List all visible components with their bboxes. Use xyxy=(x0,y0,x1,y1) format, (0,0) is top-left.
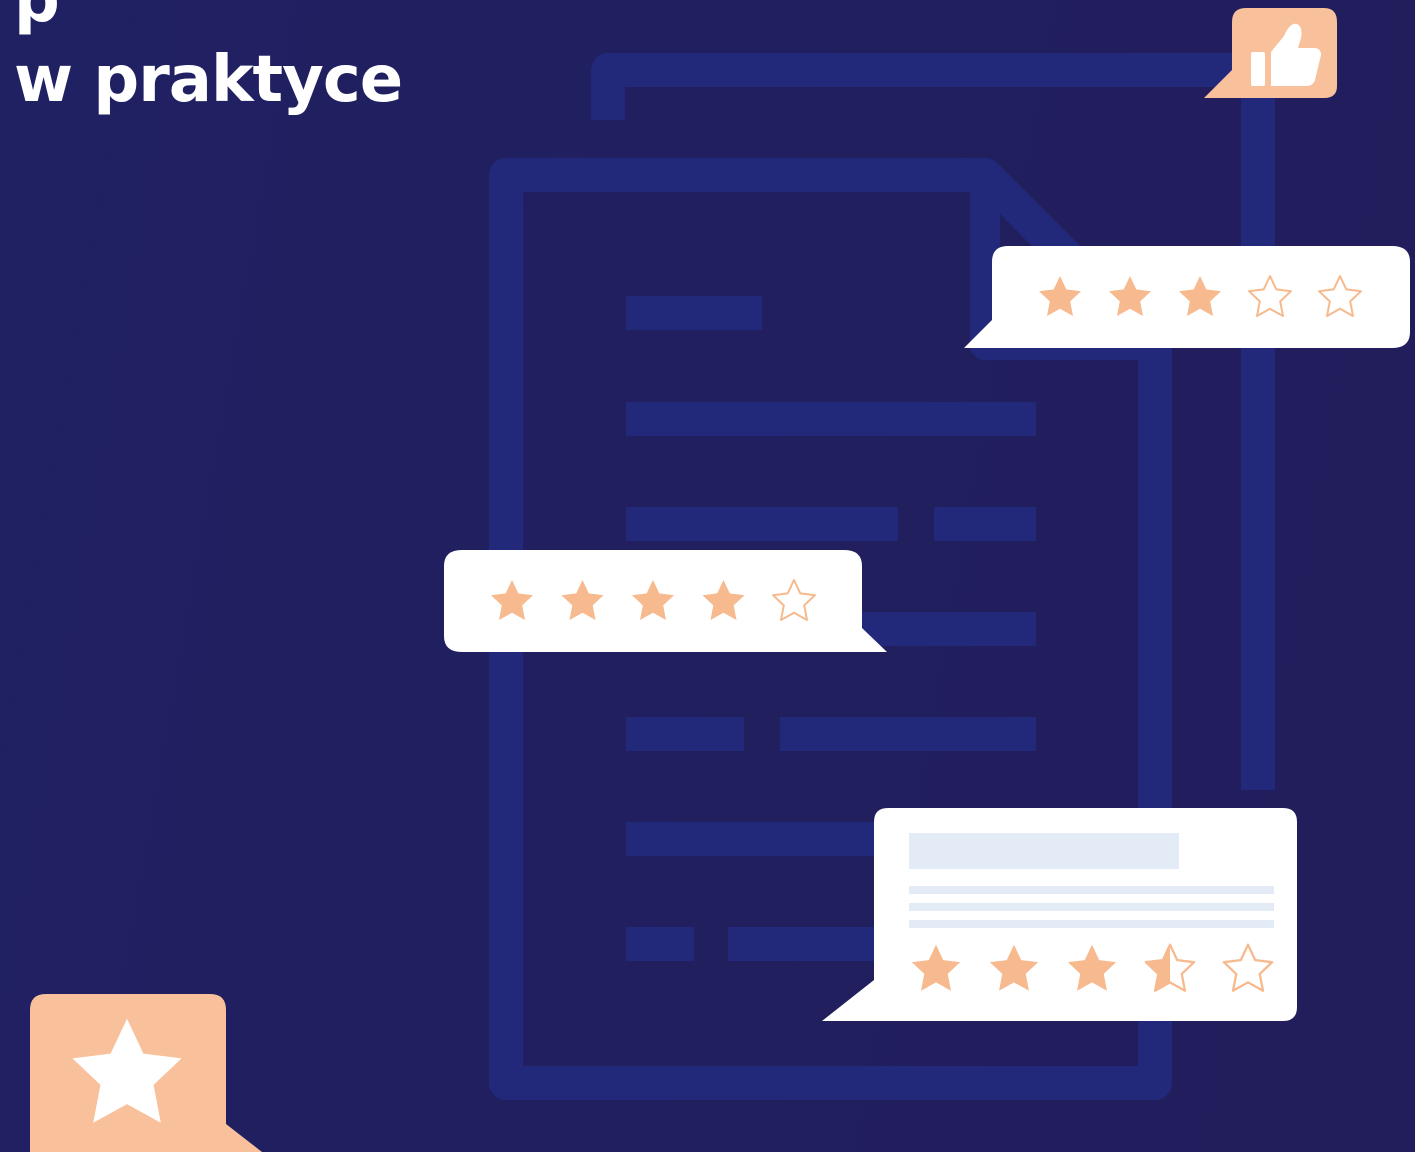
review-line-placeholder xyxy=(909,886,1274,894)
review-line-placeholder xyxy=(909,903,1274,911)
star-badge xyxy=(30,994,262,1152)
review-line-placeholder xyxy=(909,920,1274,928)
illustration-canvas: p w praktyce xyxy=(0,0,1415,1152)
rating-bubble-top xyxy=(964,246,1410,348)
rating-bubble-middle xyxy=(444,550,887,652)
illustration-artwork xyxy=(30,8,1410,1152)
review-title-placeholder xyxy=(909,833,1179,869)
review-bubble-bottom xyxy=(822,808,1297,1021)
